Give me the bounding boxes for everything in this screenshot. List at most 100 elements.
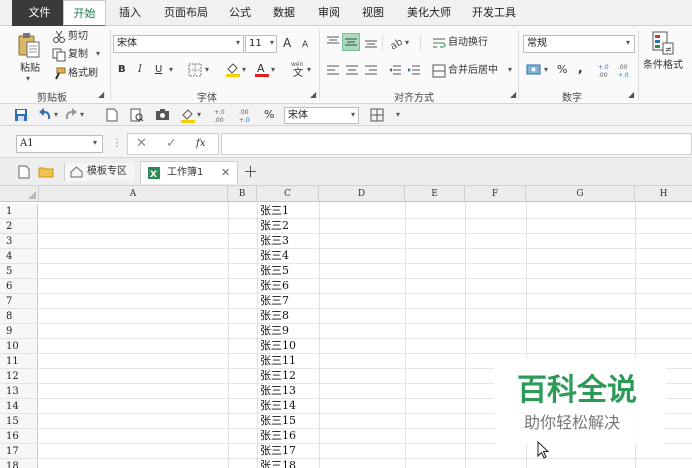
italic-button[interactable]: I bbox=[138, 63, 142, 77]
row-header[interactable]: 8 bbox=[0, 309, 38, 324]
qat-decrease-decimal-icon[interactable]: .00+.0 bbox=[238, 106, 254, 124]
menu-home[interactable]: 开始 bbox=[63, 0, 106, 27]
border-icon[interactable] bbox=[188, 63, 202, 77]
column-header-d[interactable]: D bbox=[319, 186, 405, 202]
save-icon[interactable] bbox=[14, 108, 28, 122]
format-painter-button[interactable]: 格式刷 bbox=[52, 66, 102, 82]
paste-button[interactable]: 粘贴 ▾ bbox=[4, 30, 44, 86]
bold-button[interactable]: B bbox=[118, 63, 126, 77]
column-header-f[interactable]: F bbox=[465, 186, 526, 202]
align-left-icon[interactable] bbox=[326, 63, 340, 77]
cell-c18[interactable]: 张三18 bbox=[260, 458, 296, 468]
cell-c13[interactable]: 张三13 bbox=[260, 383, 296, 398]
qat-border-icon[interactable] bbox=[370, 108, 384, 122]
font-grow-button[interactable]: A bbox=[283, 36, 291, 50]
row-header[interactable]: 16 bbox=[0, 429, 38, 444]
orientation-icon[interactable]: ab bbox=[388, 34, 404, 50]
decrease-indent-icon[interactable] bbox=[388, 63, 402, 77]
row-header[interactable]: 3 bbox=[0, 234, 38, 249]
menu-review[interactable]: 审阅 bbox=[318, 0, 340, 26]
qat-font-dropdown-icon[interactable]: ▾ bbox=[351, 110, 355, 119]
increase-decimal-icon[interactable]: +.0.00 bbox=[597, 61, 613, 79]
menu-data[interactable]: 数据 bbox=[273, 0, 295, 26]
cell-c8[interactable]: 张三8 bbox=[260, 308, 289, 323]
menu-beautify[interactable]: 美化大师 bbox=[407, 0, 451, 26]
qat-fill-color-icon[interactable] bbox=[180, 107, 196, 123]
font-launcher-icon[interactable]: ◢ bbox=[310, 90, 316, 99]
tab-workbook[interactable]: X 工作簿1 ✕ bbox=[140, 161, 238, 184]
new-tab-button[interactable]: ＋ bbox=[243, 163, 258, 181]
font-color-dropdown-icon[interactable]: ▾ bbox=[271, 65, 275, 74]
name-box-dropdown-icon[interactable]: ▾ bbox=[93, 138, 97, 147]
underline-dropdown-icon[interactable]: ▾ bbox=[169, 65, 173, 74]
column-header-h[interactable]: H bbox=[635, 186, 692, 202]
menu-developer[interactable]: 开发工具 bbox=[472, 0, 516, 26]
align-middle-button[interactable] bbox=[342, 33, 360, 51]
currency-icon[interactable] bbox=[526, 62, 542, 78]
align-right-icon[interactable] bbox=[364, 63, 378, 77]
row-header[interactable]: 12 bbox=[0, 369, 38, 384]
row-header[interactable]: 1 bbox=[0, 204, 38, 219]
number-format-dropdown-icon[interactable]: ▾ bbox=[626, 38, 630, 47]
select-all-corner[interactable] bbox=[0, 186, 39, 202]
phonetic-icon[interactable]: wén文 bbox=[290, 59, 306, 79]
align-top-icon[interactable] bbox=[326, 35, 340, 49]
row-header[interactable]: 7 bbox=[0, 294, 38, 309]
print-preview-icon[interactable] bbox=[130, 108, 144, 122]
copy-button[interactable]: 复制 ▾ bbox=[52, 47, 106, 63]
confirm-icon[interactable]: ✓ bbox=[166, 137, 177, 151]
cell-c17[interactable]: 张三17 bbox=[260, 443, 296, 458]
cell-c5[interactable]: 张三5 bbox=[260, 263, 289, 278]
qat-fill-dropdown-icon[interactable]: ▾ bbox=[197, 110, 201, 119]
cell-c4[interactable]: 张三4 bbox=[260, 248, 289, 263]
wrap-text-button[interactable]: 自动换行 bbox=[432, 35, 496, 51]
underline-button[interactable]: U bbox=[155, 63, 162, 77]
percent-button[interactable]: % bbox=[557, 63, 567, 77]
row-header[interactable]: 5 bbox=[0, 264, 38, 279]
row-header[interactable]: 6 bbox=[0, 279, 38, 294]
menu-file[interactable]: 文件 bbox=[12, 0, 67, 26]
border-dropdown-icon[interactable]: ▾ bbox=[205, 65, 209, 74]
align-bottom-icon[interactable] bbox=[364, 35, 378, 49]
number-format-select[interactable]: 常规 bbox=[523, 35, 635, 53]
qat-increase-decimal-icon[interactable]: +.0.00 bbox=[213, 106, 229, 124]
clipboard-launcher-icon[interactable]: ◢ bbox=[98, 90, 104, 99]
cell-c3[interactable]: 张三3 bbox=[260, 233, 289, 248]
orientation-dropdown-icon[interactable]: ▾ bbox=[405, 38, 409, 47]
number-launcher-icon[interactable]: ◢ bbox=[628, 90, 634, 99]
increase-indent-icon[interactable] bbox=[407, 63, 421, 77]
close-tab-icon[interactable]: ✕ bbox=[221, 162, 230, 184]
qat-customize-icon[interactable]: ▾ bbox=[396, 110, 400, 119]
row-header[interactable]: 18 bbox=[0, 459, 38, 468]
cell-c10[interactable]: 张三10 bbox=[260, 338, 296, 353]
row-header[interactable]: 2 bbox=[0, 219, 38, 234]
row-header[interactable]: 4 bbox=[0, 249, 38, 264]
font-size-dropdown-icon[interactable]: ▾ bbox=[270, 38, 274, 47]
tab-template-zone[interactable]: 模板专区 bbox=[64, 163, 134, 181]
merge-dropdown-icon[interactable]: ▾ bbox=[508, 65, 512, 74]
new-document-icon[interactable] bbox=[106, 108, 118, 122]
cancel-icon[interactable]: ✕ bbox=[136, 137, 147, 151]
comma-button[interactable]: , bbox=[578, 61, 583, 75]
font-color-icon[interactable]: A bbox=[254, 61, 270, 77]
camera-icon[interactable] bbox=[155, 108, 170, 122]
cell-c14[interactable]: 张三14 bbox=[260, 398, 296, 413]
fill-color-icon[interactable] bbox=[225, 61, 241, 77]
new-file-icon[interactable] bbox=[18, 165, 30, 179]
undo-dropdown-icon[interactable]: ▾ bbox=[54, 110, 58, 119]
cell-c7[interactable]: 张三7 bbox=[260, 293, 289, 308]
cell-c12[interactable]: 张三12 bbox=[260, 368, 296, 383]
cell-c11[interactable]: 张三11 bbox=[260, 353, 296, 368]
menu-page-layout[interactable]: 页面布局 bbox=[164, 0, 208, 26]
folder-icon[interactable] bbox=[38, 166, 54, 178]
column-header-b[interactable]: B bbox=[228, 186, 257, 202]
phonetic-dropdown-icon[interactable]: ▾ bbox=[307, 65, 311, 74]
row-header[interactable]: 10 bbox=[0, 339, 38, 354]
column-header-c[interactable]: C bbox=[257, 186, 319, 202]
row-header[interactable]: 15 bbox=[0, 414, 38, 429]
insert-function-icon[interactable]: fx bbox=[196, 137, 205, 151]
redo-icon[interactable] bbox=[64, 108, 78, 122]
font-name-select[interactable]: 宋体 bbox=[113, 35, 244, 53]
qat-percent-button[interactable]: % bbox=[264, 108, 274, 122]
cell-c6[interactable]: 张三6 bbox=[260, 278, 289, 293]
